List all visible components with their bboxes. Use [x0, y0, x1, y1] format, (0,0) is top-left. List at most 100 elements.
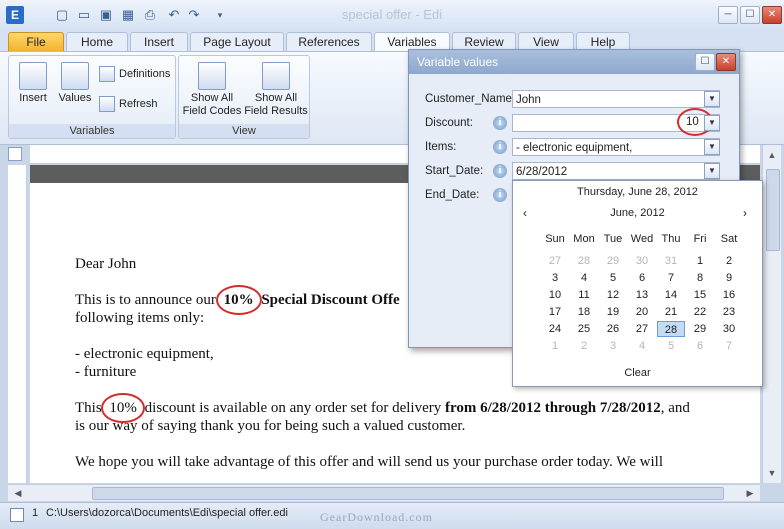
- close-button[interactable]: ✕: [762, 6, 782, 24]
- calendar-day[interactable]: 28: [657, 321, 685, 337]
- calendar-day[interactable]: 25: [570, 321, 598, 337]
- calendar-day[interactable]: 30: [628, 253, 656, 269]
- refresh-icon: [99, 96, 115, 112]
- calendar-day[interactable]: 26: [599, 321, 627, 337]
- calendar-day[interactable]: 10: [541, 287, 569, 303]
- calendar-day[interactable]: 7: [715, 338, 743, 354]
- calendar-clear-button[interactable]: Clear: [513, 367, 762, 379]
- calendar-day[interactable]: 6: [628, 270, 656, 286]
- calendar-day[interactable]: 15: [686, 287, 714, 303]
- calendar-month-label[interactable]: June, 2012: [513, 207, 762, 219]
- show-all-field-codes-button[interactable]: Show All Field Codes: [181, 62, 243, 118]
- next-month-icon[interactable]: ›: [743, 206, 747, 220]
- calendar-day[interactable]: 4: [570, 270, 598, 286]
- scroll-right-icon[interactable]: ▶: [742, 485, 758, 501]
- calendar-day[interactable]: 20: [628, 304, 656, 320]
- discount-value: 10: [686, 116, 699, 128]
- discount-highlight: 10%: [215, 285, 262, 315]
- calendar-day[interactable]: 1: [541, 338, 569, 354]
- calendar-day[interactable]: 29: [599, 253, 627, 269]
- show-all-field-results-button[interactable]: Show All Field Results: [243, 62, 309, 118]
- tab-home[interactable]: Home: [66, 32, 128, 51]
- calendar-day[interactable]: 22: [686, 304, 714, 320]
- field-codes-icon: [198, 62, 226, 90]
- calendar-day[interactable]: 6: [686, 338, 714, 354]
- calendar-day[interactable]: 27: [541, 253, 569, 269]
- calendar-day[interactable]: 5: [599, 270, 627, 286]
- customer-name-label: Customer_Name:: [425, 93, 516, 105]
- vertical-scrollbar[interactable]: ▲ ▼: [762, 145, 781, 483]
- minimize-button[interactable]: ─: [718, 6, 738, 24]
- calendar-day[interactable]: 29: [686, 321, 714, 337]
- weekday-header: Fri: [693, 233, 707, 245]
- ruler-toggle[interactable]: [8, 147, 22, 161]
- scroll-down-icon[interactable]: ▼: [764, 465, 780, 481]
- calendar-day[interactable]: 8: [686, 270, 714, 286]
- horizontal-scrollbar[interactable]: ◀ ▶: [8, 484, 760, 501]
- calendar-day[interactable]: 21: [657, 304, 685, 320]
- calendar-day[interactable]: 17: [541, 304, 569, 320]
- calendar-day[interactable]: 23: [715, 304, 743, 320]
- info-icon[interactable]: i: [493, 188, 507, 202]
- tab-file[interactable]: File: [8, 32, 64, 51]
- calendar-day[interactable]: 19: [599, 304, 627, 320]
- tab-insert[interactable]: Insert: [130, 32, 188, 51]
- values-icon: [61, 62, 89, 90]
- chevron-down-icon[interactable]: ▼: [704, 163, 720, 179]
- calendar-day[interactable]: 2: [715, 253, 743, 269]
- calendar-day[interactable]: 12: [599, 287, 627, 303]
- calendar-day[interactable]: 18: [570, 304, 598, 320]
- insert-variable-icon: [19, 62, 47, 90]
- calendar-day[interactable]: 27: [628, 321, 656, 337]
- calendar-day[interactable]: 28: [570, 253, 598, 269]
- calendar-day[interactable]: 3: [541, 270, 569, 286]
- horizontal-scroll-thumb[interactable]: [92, 487, 724, 500]
- customer-name-field[interactable]: John: [512, 90, 720, 108]
- page-view-icon[interactable]: [10, 508, 24, 522]
- info-icon[interactable]: i: [493, 116, 507, 130]
- vertical-scroll-thumb[interactable]: [766, 169, 780, 251]
- calendar-day[interactable]: 3: [599, 338, 627, 354]
- calendar-day[interactable]: 13: [628, 287, 656, 303]
- calendar-day[interactable]: 4: [628, 338, 656, 354]
- maximize-button[interactable]: ☐: [740, 6, 760, 24]
- calendar-day[interactable]: 5: [657, 338, 685, 354]
- end-date-label: End_Date:: [425, 189, 480, 201]
- info-icon[interactable]: i: [493, 164, 507, 178]
- start-date-field[interactable]: 6/28/2012: [512, 162, 720, 180]
- dialog-title-bar[interactable]: Variable values ☐ ✕: [409, 50, 739, 74]
- calendar-day[interactable]: 11: [570, 287, 598, 303]
- values-button[interactable]: Values: [55, 62, 95, 105]
- scroll-left-icon[interactable]: ◀: [10, 485, 26, 501]
- p2-dates: from 6/28/2012 through 7/28/2012: [445, 400, 661, 416]
- date-picker-calendar: Thursday, June 28, 2012 ‹ June, 2012 › S…: [512, 180, 763, 387]
- calendar-day[interactable]: 16: [715, 287, 743, 303]
- calendar-day[interactable]: 24: [541, 321, 569, 337]
- calendar-day[interactable]: 31: [657, 253, 685, 269]
- insert-variable-button[interactable]: Insert: [13, 62, 53, 105]
- chevron-down-icon[interactable]: ▼: [704, 91, 720, 107]
- calendar-day[interactable]: 14: [657, 287, 685, 303]
- calendar-day[interactable]: 30: [715, 321, 743, 337]
- calendar-day[interactable]: 1: [686, 253, 714, 269]
- chevron-down-icon[interactable]: ▼: [704, 115, 720, 131]
- dialog-close-button[interactable]: ✕: [716, 53, 736, 71]
- show-results-line1: Show All: [254, 92, 298, 104]
- items-field[interactable]: - electronic equipment,: [512, 138, 720, 156]
- chevron-down-icon[interactable]: ▼: [704, 139, 720, 155]
- scroll-up-icon[interactable]: ▲: [764, 147, 780, 163]
- calendar-day[interactable]: 9: [715, 270, 743, 286]
- p2-text-e: , and: [660, 400, 690, 416]
- dialog-maximize-button[interactable]: ☐: [695, 53, 715, 71]
- tab-references[interactable]: References: [286, 32, 372, 51]
- definitions-button[interactable]: Definitions: [99, 66, 175, 82]
- paragraph-2-cont: is our way of saying thank you for being…: [75, 418, 466, 434]
- refresh-button[interactable]: Refresh: [99, 96, 175, 112]
- show-results-line2: Field Results: [244, 105, 308, 117]
- calendar-day[interactable]: 7: [657, 270, 685, 286]
- info-icon[interactable]: i: [493, 140, 507, 154]
- tab-page-layout[interactable]: Page Layout: [190, 32, 284, 51]
- values-label: Values: [58, 92, 92, 104]
- calendar-today-label[interactable]: Thursday, June 28, 2012: [513, 186, 762, 198]
- calendar-day[interactable]: 2: [570, 338, 598, 354]
